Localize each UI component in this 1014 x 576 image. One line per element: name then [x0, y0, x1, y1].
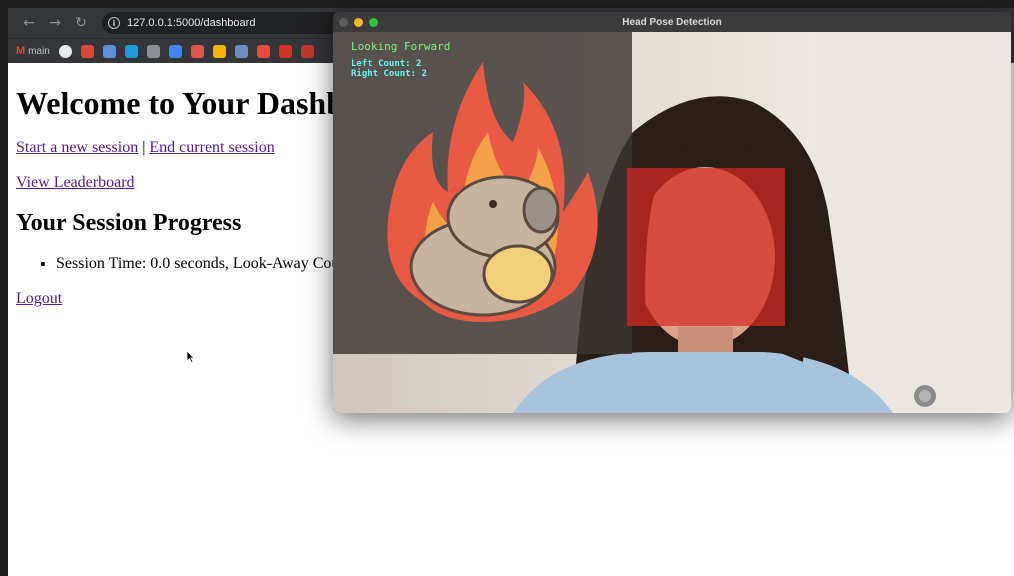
bookmark-item[interactable]	[168, 44, 182, 58]
bookmark-item[interactable]: Mmain	[16, 45, 50, 57]
site-info-icon[interactable]: i	[108, 17, 120, 29]
drive-icon	[212, 44, 226, 58]
bookmark-icon	[256, 44, 270, 58]
mouse-pointer-icon	[186, 350, 195, 363]
pose-status-text: Looking Forward	[351, 40, 451, 53]
webcam-frame: Looking Forward Left Count: 2 Right Coun…	[333, 32, 1011, 413]
view-leaderboard-link[interactable]: View Leaderboard	[16, 174, 135, 191]
bookmark-icon	[190, 44, 204, 58]
window-title: Head Pose Detection	[622, 16, 722, 28]
address-bar-url[interactable]: 127.0.0.1:5000/dashboard	[127, 17, 255, 29]
bookmark-item[interactable]	[146, 44, 160, 58]
bookmark-icon	[300, 44, 314, 58]
forward-arrow-icon[interactable]: →	[42, 15, 68, 31]
gmail-icon: M	[16, 45, 26, 57]
bookmark-item[interactable]	[102, 44, 116, 58]
bookmark-item[interactable]	[124, 44, 138, 58]
bookmark-label: main	[28, 45, 50, 57]
bookmark-icon	[168, 44, 182, 58]
bookmark-item[interactable]	[256, 44, 270, 58]
right-count-text: Right Count: 2	[351, 69, 427, 79]
link-separator: |	[138, 139, 150, 156]
bookmark-icon	[124, 44, 138, 58]
face-detection-box	[627, 168, 785, 326]
left-count-text: Left Count: 2	[351, 59, 422, 69]
bookmark-item[interactable]	[58, 44, 72, 58]
head-pose-window[interactable]: Head Pose Detection Looking Forward Left…	[333, 12, 1011, 413]
bookmark-item[interactable]	[190, 44, 204, 58]
bookmark-icon	[278, 44, 292, 58]
bookmark-item[interactable]	[300, 44, 314, 58]
bookmark-item[interactable]	[278, 44, 292, 58]
bookmark-item[interactable]	[234, 44, 248, 58]
start-session-link[interactable]: Start a new session	[16, 139, 138, 156]
bookmark-icon	[234, 44, 248, 58]
bookmark-icon	[102, 44, 116, 58]
github-icon	[58, 44, 72, 58]
end-session-link[interactable]: End current session	[149, 139, 274, 156]
sticker-overlay: Looking Forward Left Count: 2 Right Coun…	[333, 32, 632, 354]
bookmark-icon	[146, 44, 160, 58]
back-arrow-icon[interactable]: ←	[16, 15, 42, 31]
bookmark-item[interactable]	[80, 44, 94, 58]
reload-icon[interactable]: ↻	[68, 15, 94, 31]
bookmark-icon	[80, 44, 94, 58]
logout-link[interactable]: Logout	[16, 290, 62, 307]
capybara-flame-sticker	[387, 62, 598, 322]
window-titlebar[interactable]: Head Pose Detection	[333, 12, 1011, 32]
bookmark-item[interactable]	[212, 44, 226, 58]
